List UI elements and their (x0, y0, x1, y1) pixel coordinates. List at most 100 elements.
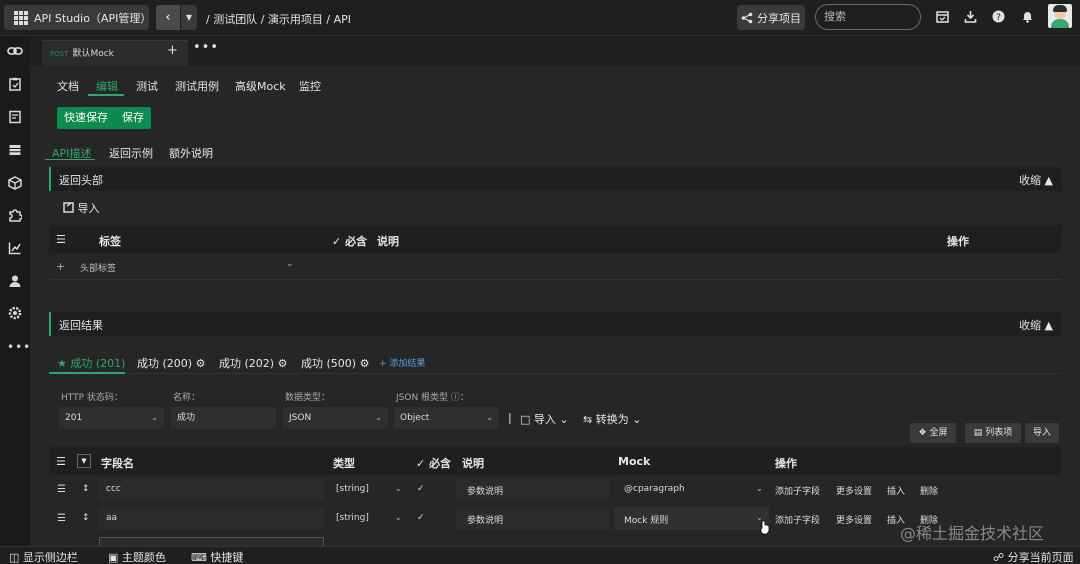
chart-line-icon[interactable] (7, 241, 23, 257)
result-tab-202[interactable]: 成功 (202) ⚙ (219, 355, 287, 371)
mock-value[interactable]: @cparagraph (624, 484, 685, 494)
gear-icon: ⚙ (277, 357, 288, 370)
back-button[interactable]: ‹ (156, 5, 180, 30)
cube-icon[interactable] (7, 176, 23, 192)
list-view-button[interactable]: ▤ 列表项 (965, 423, 1021, 443)
breadcrumb[interactable]: / 测试团队 / 演示用项目 / API (206, 11, 351, 27)
document-edit-icon[interactable] (7, 110, 23, 126)
drag-handle-icon[interactable]: ☰ (57, 513, 66, 524)
field-type[interactable]: [string] (336, 484, 369, 494)
tab-label: 默认Mock (72, 49, 114, 59)
subtab-test-cases[interactable]: 测试用例 (175, 78, 219, 94)
grid-icon (14, 10, 28, 25)
header-label-input[interactable]: 头部标签 (80, 261, 116, 274)
subtab-test[interactable]: 测试 (136, 78, 158, 94)
app-title: API Studio（API管理） (34, 11, 152, 25)
svg-text:?: ? (996, 13, 1001, 23)
field-type[interactable]: [string] (336, 513, 369, 523)
collapse-toggle[interactable]: 收缩 ▲ (1019, 172, 1053, 188)
more-icon[interactable]: ••• (7, 339, 30, 355)
share-project-label: 分享项目 (757, 11, 801, 25)
search-input[interactable]: 搜索 (815, 4, 921, 30)
tab-more-button[interactable]: ••• (193, 40, 219, 55)
add-child-field-link[interactable]: 添加子字段 (775, 484, 820, 497)
response-headers-section-header[interactable]: 返回头部 收缩 ▲ (49, 167, 1061, 191)
name-input[interactable]: 成功 (171, 407, 276, 429)
calendar-check-icon[interactable] (934, 10, 950, 26)
move-icon[interactable]: ↕ (82, 513, 90, 523)
shortcuts-button[interactable]: ⌨ 快捷键 (191, 549, 243, 564)
user-icon[interactable] (7, 274, 23, 290)
clipboard-icon[interactable] (7, 77, 23, 93)
check-icon: ✓ (416, 457, 426, 470)
divider: | (508, 411, 512, 424)
add-tab-button[interactable]: + (167, 43, 178, 58)
expand-toggle[interactable]: ▼ (77, 454, 91, 468)
save-button[interactable]: 保存 (115, 107, 151, 129)
table-icon[interactable] (7, 143, 23, 159)
result-tab-500[interactable]: 成功 (500) ⚙ (301, 355, 369, 371)
help-icon[interactable]: ? (990, 10, 1006, 26)
field-name-input[interactable] (99, 507, 324, 530)
chevron-down-icon: ⌄ (151, 413, 158, 422)
tab-extra-notes[interactable]: 额外说明 (169, 145, 213, 161)
required-check-icon[interactable]: ✓ (417, 513, 425, 523)
subtab-edit[interactable]: 编辑 (96, 78, 118, 94)
swap-icon: ⇆ (583, 413, 593, 426)
import-headers-button[interactable]: 导入 (63, 200, 100, 216)
chevron-down-icon[interactable]: ⌄ (756, 484, 763, 493)
bell-icon[interactable] (1019, 10, 1035, 26)
json-root-select[interactable]: Object ⌄ (394, 407, 499, 429)
settings-icon[interactable] (7, 306, 23, 322)
import-dropdown[interactable]: □ 导入 ⌄ (520, 411, 569, 427)
save-button-group: 快速保存 保存 (57, 107, 151, 129)
add-row-icon[interactable]: + (56, 260, 65, 273)
more-settings-link[interactable]: 更多设置 (836, 484, 872, 497)
share-page-button[interactable]: ☍ 分享当前页面 (993, 549, 1074, 564)
collapse-toggle[interactable]: 收缩 ▲ (1019, 317, 1053, 333)
move-icon[interactable]: ↕ (82, 484, 90, 494)
app-switcher-button[interactable]: API Studio（API管理） (4, 5, 152, 30)
fullscreen-button[interactable]: ❖ 全屏 (910, 423, 956, 443)
insert-link[interactable]: 插入 (887, 484, 905, 497)
check-icon: ✓ (332, 235, 342, 248)
add-result-button[interactable]: + 添加结果 (379, 356, 425, 369)
subtab-monitor[interactable]: 监控 (299, 78, 321, 94)
puzzle-icon[interactable] (7, 208, 23, 224)
caret-down-icon: ▼ (185, 13, 193, 22)
http-status-select[interactable]: 201 ⌄ (59, 407, 164, 429)
chevron-down-icon[interactable]: ⌄ (395, 513, 402, 522)
top-bar: API Studio（API管理） ‹ ▼ / 测试团队 / 演示用项目 / A… (0, 0, 1080, 36)
subtab-doc[interactable]: 文档 (57, 78, 79, 94)
import-fields-button[interactable]: 导入 (1025, 423, 1059, 443)
field-name-input[interactable] (99, 478, 324, 501)
history-dropdown-button[interactable]: ▼ (181, 5, 197, 30)
theme-color-button[interactable]: ▣ 主题颜色 (108, 549, 166, 564)
share-project-button[interactable]: 分享项目 (737, 5, 805, 30)
delete-link[interactable]: 删除 (920, 484, 938, 497)
download-icon[interactable] (962, 10, 978, 26)
quick-save-button[interactable]: 快速保存 (57, 107, 115, 129)
data-type-select[interactable]: JSON ⌄ (283, 407, 388, 429)
drag-handle-icon[interactable]: ☰ (57, 484, 66, 495)
convert-dropdown[interactable]: ⇆ 转换为 ⌄ (583, 411, 641, 427)
subtab-advanced-mock[interactable]: 高级Mock (235, 78, 286, 94)
more-settings-link[interactable]: 更多设置 (836, 513, 872, 526)
add-child-field-link[interactable]: 添加子字段 (775, 513, 820, 526)
result-tab-201[interactable]: ★ 成功 (201) (57, 355, 125, 371)
field-name-input[interactable] (99, 537, 324, 546)
required-check-icon[interactable]: ✓ (417, 484, 425, 494)
response-results-section-header[interactable]: 返回结果 收缩 ▲ (49, 312, 1061, 336)
show-sidebar-button[interactable]: ◫ 显示侧边栏 (9, 549, 78, 564)
chevron-down-icon[interactable]: ⌄ (395, 484, 402, 493)
avatar[interactable] (1048, 4, 1072, 28)
tab-response-example[interactable]: 返回示例 (109, 145, 153, 161)
result-tab-200[interactable]: 成功 (200) ⚙ (137, 355, 205, 371)
field-name: ccc (106, 484, 121, 494)
import-icon (63, 202, 74, 213)
mock-value[interactable]: Mock 规则 (624, 513, 668, 526)
link-icon[interactable] (7, 43, 23, 59)
chevron-down-icon[interactable]: ⌄ (286, 259, 294, 269)
col-required: ✓ 必含 (332, 235, 368, 248)
table-row: ☰ ↕ ccc [string] ⌄ ✓ 参数说明 @cparagraph ⌄ … (49, 475, 1061, 504)
